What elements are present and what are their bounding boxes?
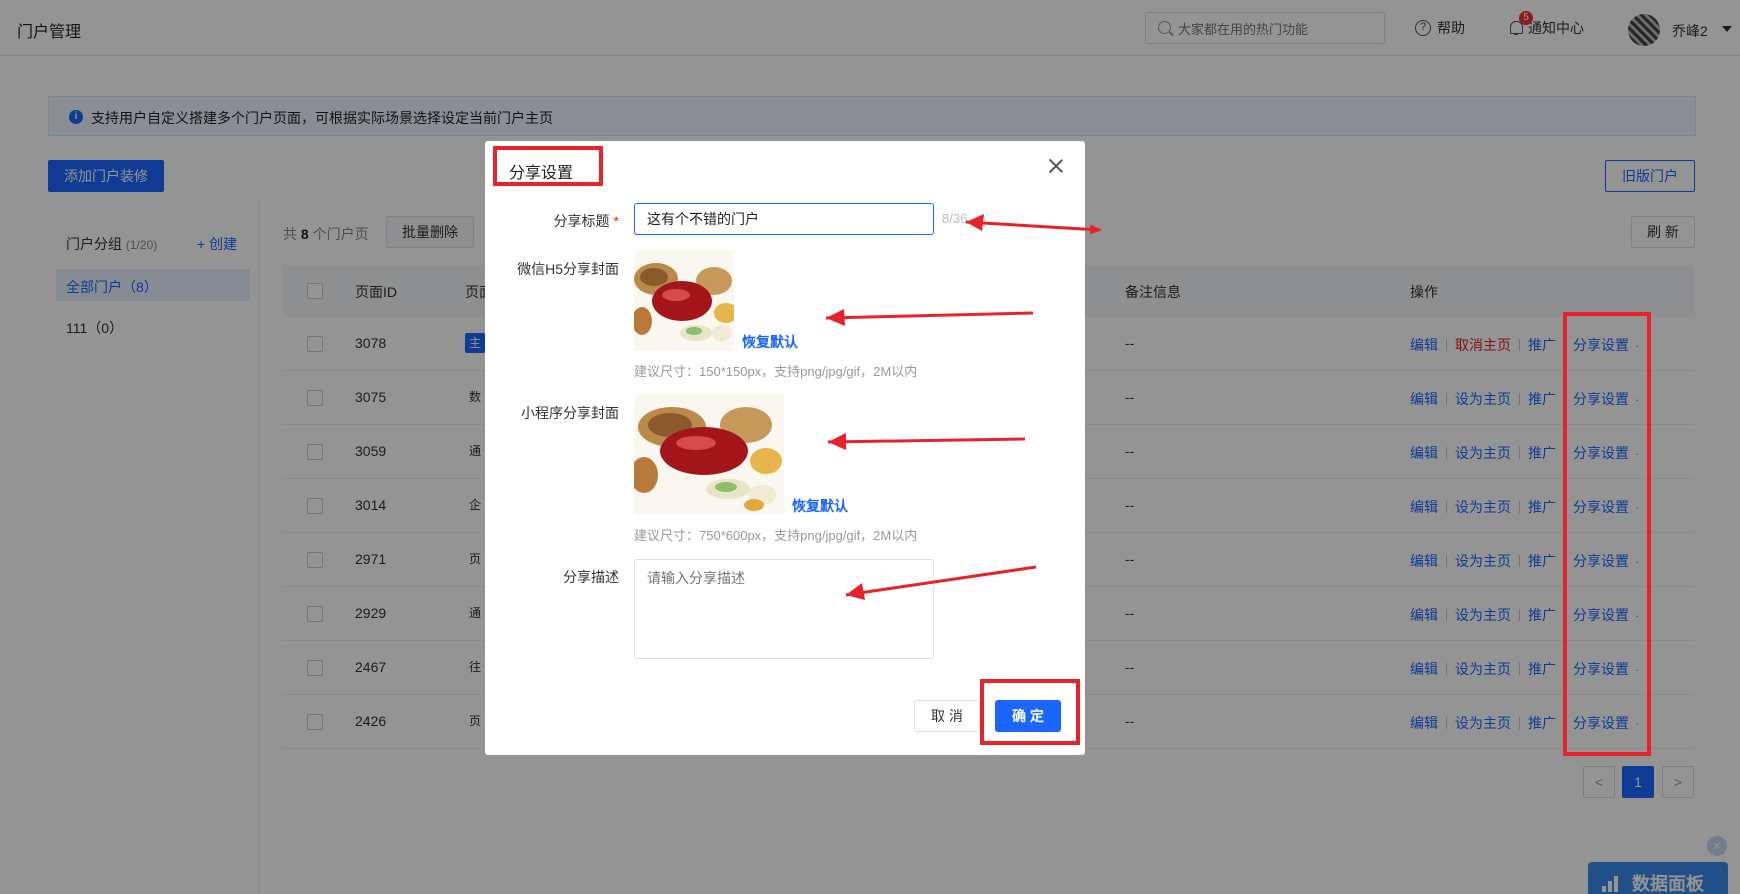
arrowhead-share-title [966,214,984,231]
arrow-h5-cover [825,311,1034,320]
arrowhead-description [846,583,865,600]
annotation-arrows [825,214,1102,600]
arrow-share-title [965,220,1102,235]
arrowhead-mini-cover [828,433,846,450]
arrow-description [845,565,1037,597]
arrowhead-h5-cover [826,309,845,326]
arrow-mini-cover [827,437,1026,444]
